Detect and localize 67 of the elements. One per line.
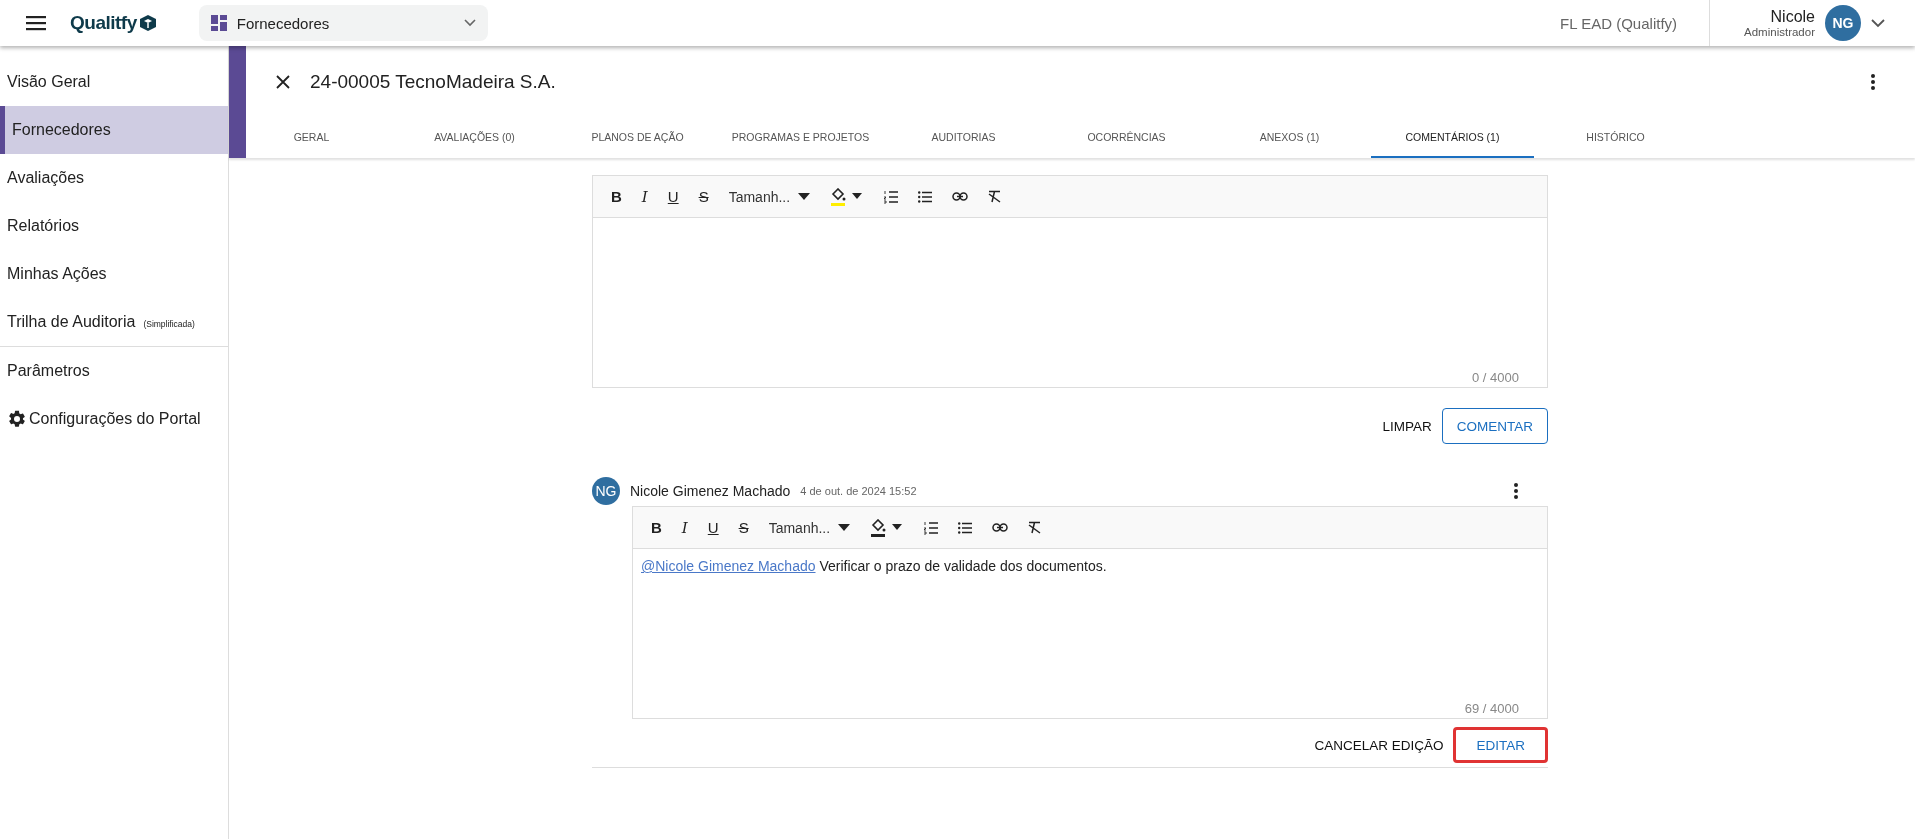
bulleted-list-icon[interactable] bbox=[958, 521, 973, 534]
fill-color-dropdown-icon[interactable] bbox=[830, 187, 865, 206]
strikethrough-button[interactable]: S bbox=[738, 519, 749, 536]
tab[interactable]: HISTÓRICO bbox=[1534, 118, 1697, 158]
tab[interactable]: OCORRÊNCIAS bbox=[1045, 118, 1208, 158]
edit-button[interactable]: EDITAR bbox=[1453, 727, 1548, 763]
comment-author: Nicole Gimenez Machado bbox=[630, 483, 791, 499]
dashboard-icon bbox=[210, 15, 227, 31]
caret-icon bbox=[838, 524, 851, 531]
record-title: 24-00005 TecnoMadeira S.A. bbox=[310, 71, 556, 93]
character-counter: 0 / 4000 bbox=[1472, 370, 1519, 385]
sidebar-item[interactable]: Parâmetros bbox=[0, 347, 228, 395]
user-role: Administrador bbox=[1744, 26, 1815, 38]
gear-icon bbox=[7, 409, 27, 429]
numbered-list-icon[interactable] bbox=[924, 520, 939, 535]
strikethrough-button[interactable]: S bbox=[698, 188, 709, 205]
bulleted-list-icon[interactable] bbox=[918, 190, 933, 203]
cube-logo-icon bbox=[138, 14, 157, 32]
user-name: Nicole bbox=[1770, 8, 1815, 26]
mention-link[interactable]: @Nicole Gimenez Machado bbox=[641, 558, 816, 574]
tab[interactable]: ANEXOS (1) bbox=[1208, 118, 1371, 158]
author-avatar: NG bbox=[592, 477, 620, 505]
numbered-list-icon[interactable] bbox=[884, 189, 899, 204]
tab[interactable]: AUDITORIAS bbox=[882, 118, 1045, 158]
organization-name: FL EAD (Qualitfy) bbox=[1560, 14, 1678, 32]
underline-button[interactable]: U bbox=[707, 519, 719, 536]
sidebar-item[interactable]: Configurações do Portal bbox=[0, 395, 228, 443]
link-icon[interactable] bbox=[992, 523, 1009, 532]
caret-icon bbox=[798, 193, 811, 200]
tab[interactable]: AVALIAÇÕES (0) bbox=[393, 118, 556, 158]
tab[interactable]: PLANOS DE AÇÃO bbox=[556, 118, 719, 158]
underline-button[interactable]: U bbox=[667, 188, 679, 205]
sidebar-item[interactable]: Minhas Ações bbox=[0, 250, 228, 298]
user-avatar[interactable]: NG bbox=[1825, 5, 1861, 41]
more-vertical-icon[interactable] bbox=[1514, 483, 1518, 499]
sidebar-item[interactable]: Fornecedores bbox=[0, 106, 228, 154]
bold-button[interactable]: B bbox=[611, 188, 622, 205]
comment-text: @Nicole Gimenez Machado Verificar o prazo de validade dos documentos. bbox=[641, 558, 1107, 574]
fill-color-dropdown-icon[interactable] bbox=[870, 518, 905, 537]
sidebar-item[interactable]: Trilha de Auditoria (Simplificada) bbox=[0, 298, 228, 346]
tab[interactable]: GERAL bbox=[230, 118, 393, 158]
logo-text: Qualitfy bbox=[70, 12, 137, 34]
sidebar-item[interactable]: Relatórios bbox=[0, 202, 228, 250]
link-icon[interactable] bbox=[952, 192, 969, 201]
comment-date: 4 de out. de 2024 15:52 bbox=[800, 485, 917, 497]
cancel-edit-button[interactable]: CANCELAR EDIÇÃO bbox=[1312, 727, 1446, 763]
character-counter: 69 / 4000 bbox=[1464, 701, 1519, 716]
chevron-down-icon[interactable] bbox=[1871, 18, 1885, 28]
tab[interactable]: COMENTÁRIOS (1) bbox=[1371, 118, 1534, 158]
tab[interactable]: PROGRAMAS E PROJETOS bbox=[719, 118, 882, 158]
comment-input-field[interactable]: 0 / 4000 bbox=[593, 218, 1547, 387]
comment-button[interactable]: COMENTAR bbox=[1441, 408, 1548, 444]
chevron-down-icon bbox=[463, 19, 476, 27]
more-vertical-icon[interactable] bbox=[1871, 74, 1875, 90]
font-size-dropdown[interactable]: Tamanh... bbox=[728, 188, 811, 205]
bold-button[interactable]: B bbox=[651, 519, 662, 536]
italic-button[interactable]: I bbox=[641, 187, 648, 206]
font-size-dropdown[interactable]: Tamanh... bbox=[768, 519, 851, 536]
clear-button[interactable]: LIMPAR bbox=[1380, 408, 1434, 444]
sidebar-item[interactable]: Visão Geral bbox=[0, 58, 228, 106]
italic-button[interactable]: I bbox=[681, 518, 688, 537]
menu-icon[interactable] bbox=[26, 15, 46, 31]
module-select[interactable]: Fornecedores bbox=[198, 5, 488, 41]
sidebar-item[interactable]: Avaliações bbox=[0, 154, 228, 202]
clear-format-icon[interactable] bbox=[988, 190, 1002, 203]
clear-format-icon[interactable] bbox=[1028, 521, 1042, 534]
close-icon[interactable] bbox=[276, 75, 290, 89]
